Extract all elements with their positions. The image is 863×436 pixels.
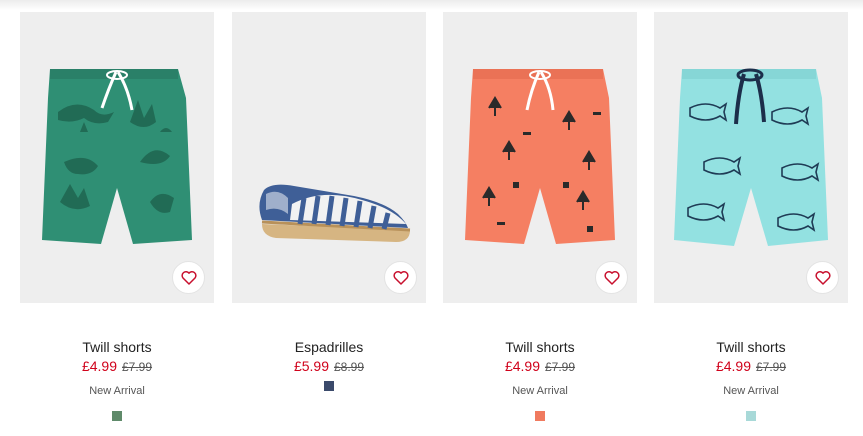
favorite-button[interactable] — [172, 261, 205, 294]
heart-outline-icon — [180, 271, 197, 285]
color-swatch[interactable] — [535, 411, 545, 421]
color-swatch[interactable] — [112, 411, 122, 421]
product-grid: Twill shorts £4.99 £7.99 New Arrival Esp… — [0, 0, 863, 436]
product-name[interactable]: Twill shorts — [20, 339, 214, 355]
product-card[interactable]: Twill shorts £4.99 £7.99 New Arrival — [20, 12, 214, 421]
original-price: £7.99 — [756, 360, 787, 374]
original-price: £7.99 — [545, 360, 576, 374]
heart-outline-icon — [392, 271, 409, 285]
color-swatches — [232, 381, 426, 391]
color-swatches — [654, 411, 848, 421]
heart-outline-icon — [603, 271, 620, 285]
sale-price: £4.99 — [504, 358, 540, 374]
product-image[interactable] — [232, 12, 426, 303]
color-swatch[interactable] — [746, 411, 756, 421]
product-card[interactable]: Twill shorts £4.99 £7.99 New Arrival — [443, 12, 637, 421]
favorite-button[interactable] — [384, 261, 417, 294]
product-name[interactable]: Espadrilles — [232, 339, 426, 355]
original-price: £8.99 — [334, 360, 365, 374]
product-prices: £4.99 £7.99 — [654, 358, 848, 375]
heart-outline-icon — [814, 271, 831, 285]
favorite-button[interactable] — [595, 261, 628, 294]
product-card[interactable]: Espadrilles £5.99 £8.99 — [232, 12, 426, 391]
sale-price: £5.99 — [293, 358, 329, 374]
product-card[interactable]: Twill shorts £4.99 £7.99 New Arrival — [654, 12, 848, 421]
product-image[interactable] — [654, 12, 848, 303]
new-arrival-badge: New Arrival — [89, 385, 145, 397]
sale-price: £4.99 — [715, 358, 751, 374]
sale-price: £4.99 — [81, 358, 117, 374]
product-prices: £4.99 £7.99 — [443, 358, 637, 375]
product-image[interactable] — [443, 12, 637, 303]
favorite-button[interactable] — [806, 261, 839, 294]
new-arrival-badge: New Arrival — [723, 385, 779, 397]
color-swatch[interactable] — [324, 381, 334, 391]
original-price: £7.99 — [122, 360, 153, 374]
color-swatches — [443, 411, 637, 421]
product-prices: £5.99 £8.99 — [232, 358, 426, 375]
product-image[interactable] — [20, 12, 214, 303]
product-prices: £4.99 £7.99 — [20, 358, 214, 375]
new-arrival-badge: New Arrival — [512, 385, 568, 397]
color-swatches — [20, 411, 214, 421]
product-name[interactable]: Twill shorts — [443, 339, 637, 355]
product-name[interactable]: Twill shorts — [654, 339, 848, 355]
